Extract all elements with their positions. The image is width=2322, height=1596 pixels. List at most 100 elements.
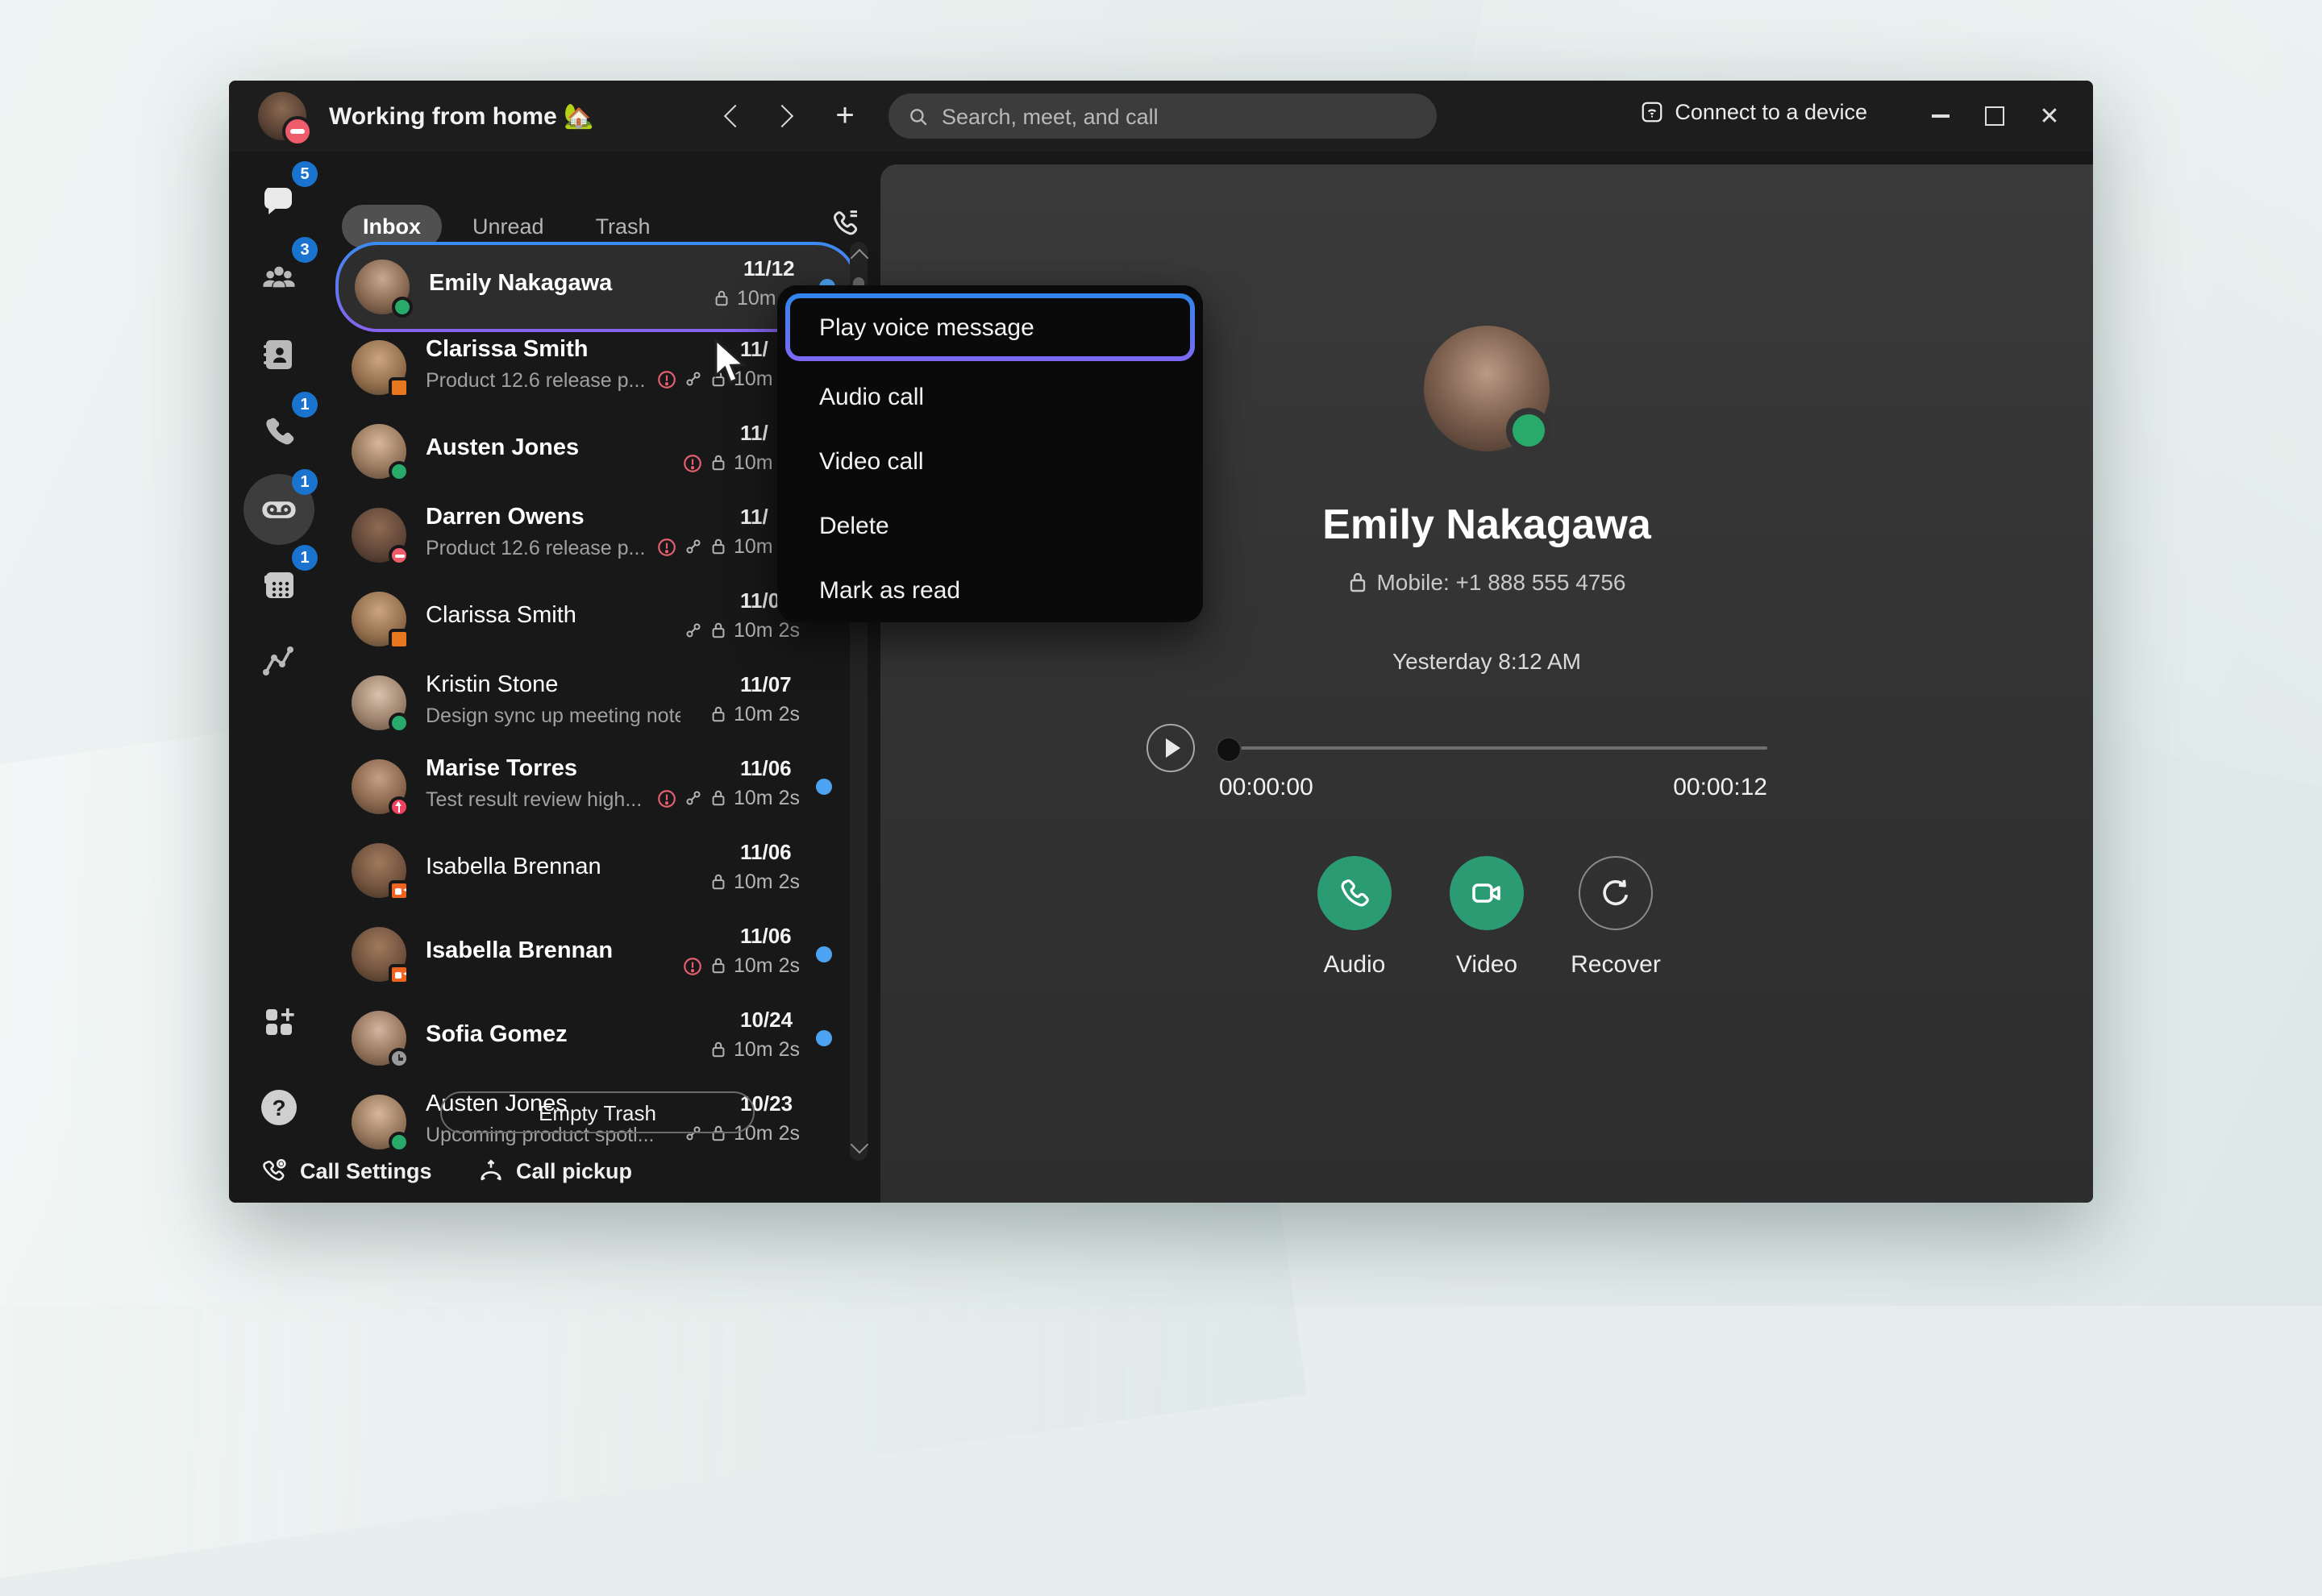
link-icon xyxy=(684,537,703,556)
link-icon xyxy=(684,621,703,640)
presence-office-badge xyxy=(389,629,410,650)
voicemail-row[interactable]: Isabella Brennan11/0610m 2s xyxy=(335,829,851,912)
voicemail-date: 11/12 xyxy=(743,256,803,281)
play-button[interactable] xyxy=(1146,724,1195,772)
back-button[interactable] xyxy=(713,97,751,135)
call-settings-button[interactable]: Call Settings xyxy=(261,1158,432,1185)
lock-icon xyxy=(710,1040,727,1059)
minimize-button[interactable] xyxy=(1922,98,1958,134)
menu-item-video-call[interactable]: Video call xyxy=(777,429,1203,493)
voicemail-row[interactable]: Clarissa Smith11/010m 2s xyxy=(335,577,851,661)
voicemail-row[interactable]: Isabella Brennan11/0610m 2s xyxy=(335,912,851,996)
nav-contacts[interactable] xyxy=(243,319,314,390)
voicemail-sender-name: Austen Jones xyxy=(426,435,579,461)
connect-to-device-button[interactable]: Connect to a device xyxy=(1639,100,1867,124)
contact-avatar xyxy=(352,927,406,982)
scroll-up-icon[interactable] xyxy=(851,249,869,268)
playback-slider[interactable] xyxy=(1219,746,1767,750)
navigation-rail: 5 3 1 1 1 ? xyxy=(229,152,329,1203)
insights-icon xyxy=(260,642,298,680)
unread-dot xyxy=(816,779,832,795)
nav-insights[interactable] xyxy=(243,626,314,696)
lock-icon xyxy=(710,872,727,892)
voicemail-row[interactable]: Darren OwensProduct 12.6 release p...11/… xyxy=(335,493,851,577)
contact-avatar xyxy=(352,592,406,646)
nav-voicemail[interactable]: 1 xyxy=(243,474,314,545)
menu-item-audio-call[interactable]: Audio call xyxy=(777,364,1203,429)
add-button[interactable]: + xyxy=(826,97,864,135)
device-icon xyxy=(1639,100,1663,124)
nav-teams[interactable]: 3 xyxy=(243,242,314,313)
audio-label: Audio xyxy=(1282,951,1427,979)
slider-knob[interactable] xyxy=(1216,737,1242,763)
maximize-button[interactable] xyxy=(1977,98,2012,134)
voicemail-list: Emily Nakagawa11/1210m 2sClarissa SmithP… xyxy=(335,242,851,1203)
link-icon xyxy=(684,369,703,389)
voicemail-row[interactable]: Marise TorresTest result review high...1… xyxy=(335,745,851,829)
voicemail-meta: 10m 2s xyxy=(710,1038,800,1061)
voicemail-sender-name: Clarissa Smith xyxy=(426,337,589,363)
title-bar: Working from home 🏡 + Search, meet, and … xyxy=(229,81,2093,152)
voicemail-row[interactable]: Austen Jones11/10m 2s xyxy=(335,409,851,493)
calling-badge: 1 xyxy=(292,392,318,418)
voicemail-meta: 10m 2s xyxy=(684,619,800,642)
nav-calling[interactable]: 1 xyxy=(243,397,314,468)
presence-active-badge xyxy=(389,461,410,482)
close-button[interactable]: ✕ xyxy=(2032,98,2067,134)
presence-active-badge xyxy=(392,297,413,318)
contact-avatar xyxy=(352,759,406,814)
tab-unread[interactable]: Unread xyxy=(452,204,565,247)
search-input[interactable]: Search, meet, and call xyxy=(888,94,1437,139)
menu-item-mark-as-read[interactable]: Mark as read xyxy=(777,558,1203,622)
help-button[interactable]: ? xyxy=(261,1090,297,1125)
dnd-status-badge xyxy=(282,116,313,147)
self-avatar[interactable] xyxy=(258,92,306,140)
contact-avatar xyxy=(352,508,406,563)
tab-trash[interactable]: Trash xyxy=(575,204,672,247)
scroll-down-icon[interactable] xyxy=(851,1136,869,1154)
call-settings-icon xyxy=(261,1158,289,1185)
presence-active-badge xyxy=(1506,408,1551,453)
tab-inbox[interactable]: Inbox xyxy=(342,204,442,247)
voicemail-date: 11/06 xyxy=(740,840,800,864)
webex-window: Working from home 🏡 + Search, meet, and … xyxy=(229,81,2093,1203)
nav-apps[interactable] xyxy=(243,987,314,1058)
voicemail-row[interactable]: Clarissa SmithProduct 12.6 release p...1… xyxy=(335,326,851,409)
audio-call-button[interactable] xyxy=(1317,856,1392,930)
nav-messaging[interactable]: 5 xyxy=(243,166,314,237)
video-call-button[interactable] xyxy=(1450,856,1524,930)
presence-office-badge xyxy=(389,377,410,398)
unread-dot xyxy=(816,1030,832,1046)
voicemail-meta: 10m 2s xyxy=(682,954,800,977)
presence-presenting-badge xyxy=(389,796,410,817)
voicemail-row[interactable]: Sofia Gomez10/2410m 2s xyxy=(335,996,851,1080)
forward-button[interactable] xyxy=(766,97,805,135)
menu-item-play-voice-message[interactable]: Play voice message xyxy=(785,293,1195,361)
menu-item-delete[interactable]: Delete xyxy=(777,493,1203,558)
presence-active-badge xyxy=(389,1132,410,1153)
voicemail-duration: 10m 2s xyxy=(734,787,800,809)
call-pickup-button[interactable]: Call pickup xyxy=(477,1158,632,1185)
recover-button[interactable] xyxy=(1579,856,1653,930)
messaging-icon xyxy=(260,182,298,221)
video-call-icon xyxy=(1467,874,1506,912)
voicemail-sender-name: Isabella Brennan xyxy=(426,854,601,880)
voicemail-row[interactable]: Kristin StoneDesign sync up meeting note… xyxy=(335,661,851,745)
lock-icon xyxy=(713,289,730,308)
desktop: Working from home 🏡 + Search, meet, and … xyxy=(0,0,2322,1306)
context-menu: Play voice messageAudio callVideo callDe… xyxy=(777,285,1203,622)
call-voicemail-icon[interactable] xyxy=(829,206,861,239)
lock-icon xyxy=(710,956,727,975)
lock-icon xyxy=(710,788,727,808)
voicemail-row[interactable]: Emily Nakagawa11/1210m 2s xyxy=(335,242,851,332)
teams-badge: 3 xyxy=(292,237,318,263)
nav-meetings[interactable]: 1 xyxy=(243,550,314,621)
meetings-badge: 1 xyxy=(292,545,318,571)
presence-camera-badge xyxy=(389,964,410,985)
contacts-icon xyxy=(260,335,298,374)
unread-dot xyxy=(816,946,832,962)
profile-status-title[interactable]: Working from home 🏡 xyxy=(329,102,594,131)
voicemail-date: 11/07 xyxy=(740,672,800,696)
empty-trash-button[interactable]: Empty Trash xyxy=(440,1091,755,1133)
voicemail-subject: Design sync up meeting note xyxy=(426,704,680,727)
